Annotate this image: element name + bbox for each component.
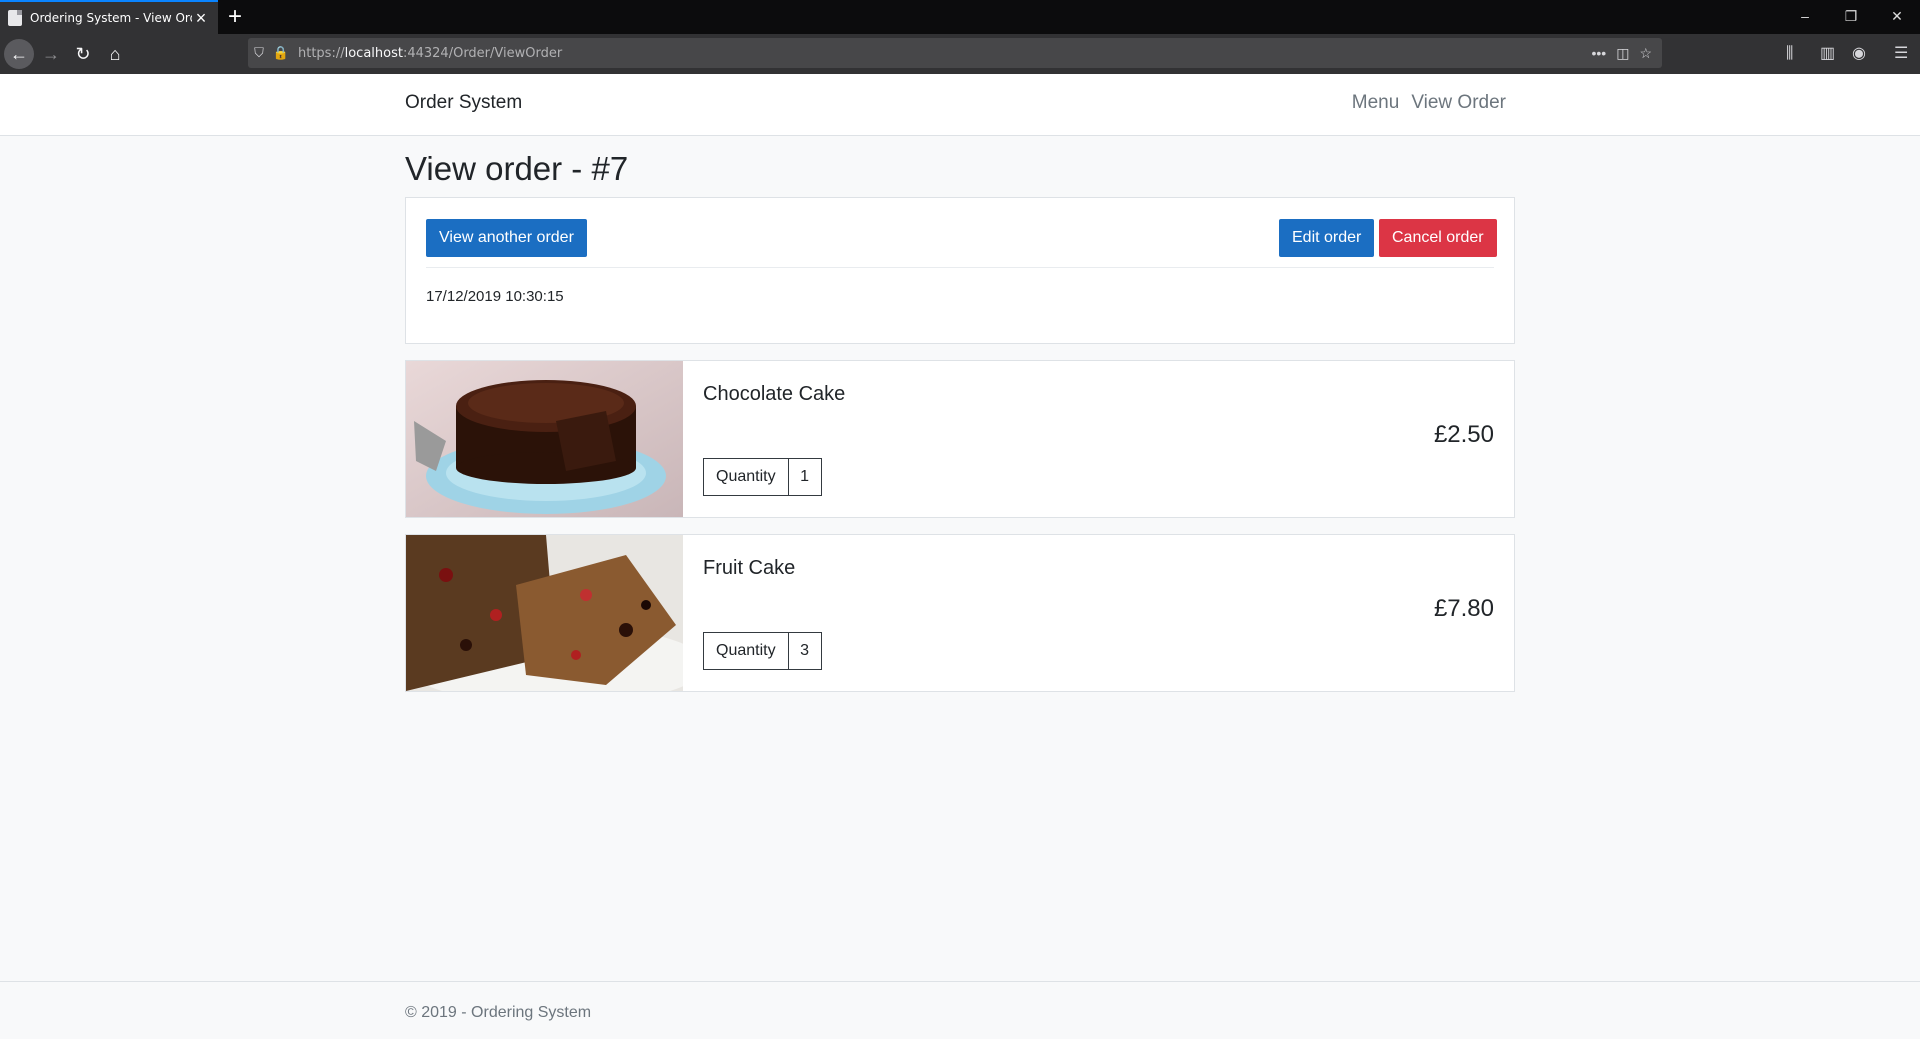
order-date: 17/12/2019 10:30:15 — [426, 288, 564, 305]
cancel-order-button[interactable]: Cancel order — [1379, 219, 1497, 257]
browser-tab-strip: Ordering System - View Order × + – ❐ ✕ — [0, 0, 1920, 34]
order-summary-card: View another order Edit order Cancel ord… — [405, 197, 1515, 344]
insecure-lock-icon[interactable]: 🔒 — [270, 45, 292, 61]
item-price: £2.50 — [1433, 421, 1494, 448]
home-icon[interactable]: ⌂ — [100, 39, 130, 69]
reload-icon[interactable]: ↻ — [68, 39, 98, 69]
nav-link-menu[interactable]: Menu — [1352, 92, 1400, 114]
browser-tab-active[interactable]: Ordering System - View Order × — [0, 0, 218, 34]
nav-links: Menu View Order — [1352, 92, 1506, 114]
page-title: View order - #7 — [405, 150, 629, 187]
restore-icon[interactable]: ❐ — [1828, 0, 1874, 34]
new-tab-icon[interactable]: + — [228, 3, 242, 31]
sidebar-icon[interactable]: ▥ — [1820, 39, 1835, 69]
footer-copyright: © 2019 - Ordering System — [405, 1004, 592, 1021]
menu-hamburger-icon[interactable]: ☰ — [1894, 39, 1908, 69]
pocket-icon[interactable]: ◫ — [1616, 45, 1629, 62]
item-name: Fruit Cake — [703, 557, 796, 579]
back-arrow-icon[interactable]: ← — [4, 39, 34, 69]
order-item-card: Fruit Cake £7.80 Quantity 3 — [405, 534, 1515, 692]
url-text[interactable]: https://localhost:44324/Order/ViewOrder — [298, 46, 562, 61]
quantity-display: Quantity 3 — [703, 632, 822, 670]
site-navbar: Order System Menu View Order — [0, 74, 1920, 136]
view-another-order-button[interactable]: View another order — [426, 219, 587, 257]
quantity-value: 1 — [800, 468, 810, 485]
library-icon[interactable]: ⫼ — [1786, 39, 1793, 69]
fruit-cake-image — [406, 535, 683, 691]
minimize-icon[interactable]: – — [1782, 0, 1828, 34]
divider — [426, 267, 1494, 268]
window-close-icon[interactable]: ✕ — [1874, 0, 1920, 34]
page-favicon-icon — [8, 10, 22, 26]
item-price: £7.80 — [1433, 595, 1494, 622]
order-item-card: Chocolate Cake £2.50 Quantity 1 — [405, 360, 1515, 518]
bookmark-star-icon[interactable]: ☆ — [1639, 45, 1652, 62]
quantity-label: Quantity — [704, 633, 789, 669]
item-name: Chocolate Cake — [703, 383, 846, 405]
quantity-label: Quantity — [704, 459, 789, 495]
chocolate-cake-image — [406, 361, 683, 517]
site-footer: © 2019 - Ordering System — [0, 981, 1920, 1039]
forward-arrow-icon[interactable]: → — [36, 39, 66, 69]
shield-icon[interactable]: ⛉ — [248, 45, 270, 61]
quantity-value: 3 — [800, 642, 810, 659]
navbar-brand[interactable]: Order System — [405, 92, 522, 114]
quantity-display: Quantity 1 — [703, 458, 822, 496]
nav-link-view-order[interactable]: View Order — [1411, 92, 1506, 114]
tab-close-icon[interactable]: × — [192, 9, 210, 27]
page-actions-icon[interactable]: ••• — [1591, 45, 1606, 62]
address-bar[interactable]: ⛉ 🔒 https://localhost:44324/Order/ViewOr… — [248, 38, 1662, 68]
edit-order-button[interactable]: Edit order — [1279, 219, 1375, 257]
tab-title: Ordering System - View Order — [30, 11, 192, 25]
browser-toolbar: ← → ↻ ⌂ ⛉ 🔒 https://localhost:44324/Orde… — [0, 34, 1920, 74]
account-icon[interactable]: ◉ — [1852, 39, 1866, 69]
